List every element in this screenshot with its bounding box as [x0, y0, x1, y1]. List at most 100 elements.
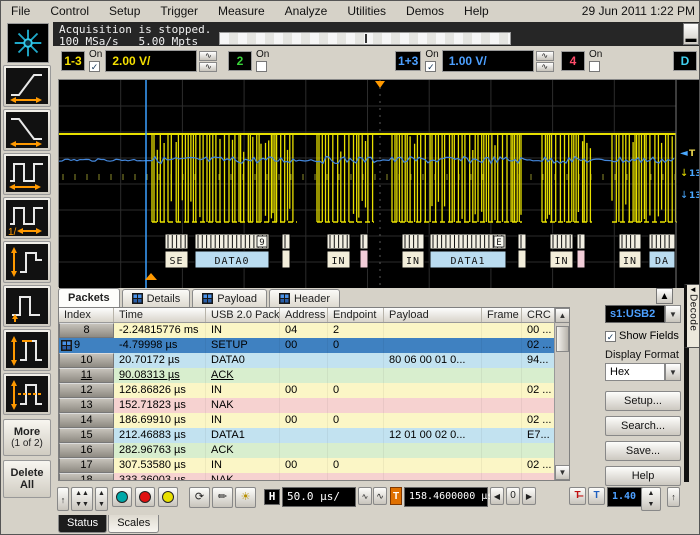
measure-vpp-button[interactable] [3, 241, 51, 283]
decode-packet-SE[interactable]: SE [165, 234, 188, 268]
col-address[interactable]: Address [280, 308, 328, 322]
search-button[interactable]: Search... [605, 416, 681, 436]
show-fields-checkbox[interactable] [605, 331, 616, 342]
timebase-value[interactable]: 50.0 µs/ [282, 487, 356, 507]
stop-button[interactable] [135, 487, 155, 507]
decode-packet-IN[interactable]: IN [327, 234, 350, 268]
position-right-icon[interactable]: ▶ [522, 487, 536, 505]
timebase-increase-icon[interactable]: ∿ [373, 487, 387, 505]
menu-setup[interactable]: Setup [99, 2, 150, 20]
table-row-13[interactable]: 13152.71823 µsNAK [59, 398, 569, 413]
decode-source-select[interactable]: s1:USB2 [605, 305, 665, 323]
table-row-12[interactable]: 12126.86826 µsIN00002 ... [59, 383, 569, 398]
row-index-cell[interactable]: 9 [59, 338, 114, 353]
channel-1-3-button[interactable]: 1-3 [61, 51, 85, 71]
measure-vbase-button[interactable] [3, 285, 51, 327]
decode-packet-DATA0[interactable]: 9DATA0 [195, 234, 269, 268]
collapse-up-button[interactable]: ▲ [656, 288, 673, 304]
measure-period-button[interactable] [3, 153, 51, 195]
table-row-8[interactable]: 8-2.24815776 msIN04200 ... [59, 323, 569, 338]
decode-packet-IN[interactable]: IN [550, 234, 573, 268]
col-endpoint[interactable]: Endpoint [328, 308, 384, 322]
display-format-select[interactable]: Hex [605, 363, 665, 381]
row-index-cell[interactable]: 11 [59, 368, 114, 383]
channel-1-3-scale-value[interactable]: 2.00 V/ [105, 50, 197, 72]
row-index-cell[interactable]: 18 [59, 473, 114, 481]
tab-payload[interactable]: Payload [192, 289, 267, 307]
channel-D-button[interactable]: D [673, 51, 697, 71]
horizontal-position-slider[interactable] [219, 32, 511, 45]
table-scrollbar[interactable]: ▲ ▼ [554, 308, 569, 480]
measure-frequency-button[interactable]: 1/ [3, 197, 51, 239]
table-row-14[interactable]: 14186.69910 µsIN00002 ... [59, 413, 569, 428]
decode-packet-stub[interactable] [518, 234, 526, 268]
row-index-cell[interactable]: 8 [59, 323, 114, 338]
trigger-disabled-icon[interactable]: T̶ [569, 487, 586, 505]
channel-1+3-button[interactable]: 1+3 [395, 51, 421, 71]
decode-packet-IN[interactable]: IN [619, 234, 641, 268]
row-index-cell[interactable]: 16 [59, 443, 114, 458]
decode-packet-stub[interactable] [360, 234, 368, 268]
scrollbar-thumb[interactable] [556, 326, 569, 352]
display-format-dropdown-icon[interactable]: ▼ [665, 363, 681, 381]
measure-fall-time-button[interactable] [3, 109, 51, 151]
decode-packet-DA[interactable]: DA [649, 234, 675, 268]
row-index-cell[interactable]: 12 [59, 383, 114, 398]
single-button[interactable] [158, 487, 178, 507]
decode-panel-tab[interactable]: ◄ Decode [684, 284, 700, 348]
table-row-15[interactable]: 15212.46883 µsDATA112 01 00 02 0...E7... [59, 428, 569, 443]
channel-1+3-scale-value[interactable]: 1.00 V/ [442, 50, 534, 72]
col-usb-2-0-packet[interactable]: USB 2.0 Packet [206, 308, 280, 322]
channel-1-3-on-checkbox[interactable] [89, 61, 100, 72]
pan-up-button[interactable]: ↑ [57, 487, 69, 511]
channel-offset-button[interactable]: ∿ [199, 62, 217, 72]
tab-status[interactable]: Status [58, 515, 107, 533]
menu-help[interactable]: Help [454, 2, 499, 20]
measure-vaverage-button[interactable] [3, 373, 51, 415]
channel-4-on-checkbox[interactable] [589, 61, 600, 72]
waveform-display[interactable]: SE9DATA0ININEDATA1ININDA◄T↓13↓13 [58, 79, 699, 287]
scale-adjust-pad[interactable]: ▲▲▼▼ [71, 487, 93, 511]
col-crc[interactable]: CRC [522, 308, 555, 322]
minimize-button[interactable]: ▬ [683, 23, 699, 45]
col-index[interactable]: Index [59, 308, 114, 322]
offset-spinner[interactable]: ▲▼ [95, 487, 108, 511]
measure-rise-time-button[interactable] [3, 65, 51, 107]
channel-scale-button[interactable]: ∿ [199, 51, 217, 61]
channel-2-on-checkbox[interactable] [256, 61, 267, 72]
run-button[interactable] [112, 487, 132, 507]
row-index-cell[interactable]: 10 [59, 353, 114, 368]
horizontal-position-value[interactable]: 158.4600000 µs [404, 487, 488, 507]
decode-source-dropdown-icon[interactable]: ▼ [665, 305, 681, 323]
menu-measure[interactable]: Measure [208, 2, 275, 20]
decode-packet-IN[interactable]: IN [402, 234, 424, 268]
scroll-down-icon[interactable]: ▼ [555, 465, 570, 480]
trigger-level-icon[interactable]: T [588, 487, 605, 505]
tab-details[interactable]: Details [122, 289, 191, 307]
channel-2-button[interactable]: 2 [228, 51, 252, 71]
tab-header[interactable]: Header [269, 289, 340, 307]
timebase-decrease-icon[interactable]: ∿ [358, 487, 372, 505]
col-time[interactable]: Time [114, 308, 206, 322]
save-button[interactable]: Save... [605, 441, 681, 461]
menu-file[interactable]: File [1, 2, 40, 20]
row-index-cell[interactable]: 13 [59, 398, 114, 413]
more-button[interactable]: More (1 of 2) [3, 419, 51, 456]
setup-button[interactable]: Setup... [605, 391, 681, 411]
table-row-17[interactable]: 17307.53580 µsIN00002 ... [59, 458, 569, 473]
col-frame[interactable]: Frame [482, 308, 522, 322]
table-row-10[interactable]: 1020.70172 µsDATA080 06 00 01 0...94... [59, 353, 569, 368]
row-index-cell[interactable]: 15 [59, 428, 114, 443]
table-row-11[interactable]: 1190.08313 µsACK [59, 368, 569, 383]
row-index-cell[interactable]: 17 [59, 458, 114, 473]
channel-1+3-on-checkbox[interactable] [425, 61, 436, 72]
horizontal-menu-button[interactable]: H [264, 489, 280, 505]
pan-up2-button[interactable]: ↑ [667, 487, 680, 507]
table-row-16[interactable]: 16282.96763 µsACK [59, 443, 569, 458]
measure-vtop-button[interactable] [3, 329, 51, 371]
table-row-9[interactable]: 9-4.79998 µsSETUP00002 ... [59, 338, 569, 353]
scroll-up-icon[interactable]: ▲ [555, 308, 570, 323]
tab-scales[interactable]: Scales [108, 515, 159, 533]
menu-demos[interactable]: Demos [396, 2, 454, 20]
help-button[interactable]: Help [605, 466, 681, 486]
